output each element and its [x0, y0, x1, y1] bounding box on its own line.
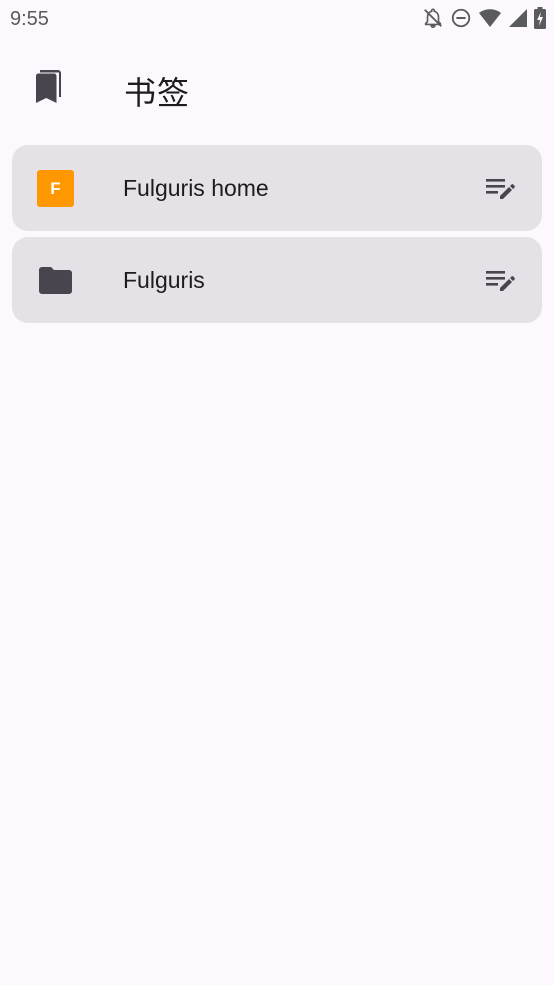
status-bar: 9:55 [0, 0, 554, 38]
page-title: 书签 [124, 74, 191, 112]
edit-list-icon[interactable] [484, 267, 516, 295]
status-time: 9:55 [10, 8, 49, 30]
list-item-bookmark-fulguris-home[interactable]: F Fulguris home [12, 145, 542, 231]
list-item-folder-fulguris[interactable]: Fulguris [12, 237, 542, 323]
bookmark-label: Fulguris home [123, 175, 269, 201]
app-header: 书签 [0, 50, 554, 126]
do-not-disturb-icon [450, 7, 472, 29]
bookmarks-icon[interactable] [30, 67, 70, 107]
signal-icon [508, 8, 528, 28]
battery-charging-icon [534, 7, 546, 29]
notifications-off-icon [422, 7, 444, 29]
folder-icon [39, 266, 72, 294]
status-icons [422, 7, 546, 29]
wifi-icon [478, 7, 502, 29]
edit-list-icon[interactable] [484, 175, 516, 203]
bookmark-list: F Fulguris home Fulguris [12, 145, 542, 329]
favicon-icon: F [37, 170, 74, 207]
folder-label: Fulguris [123, 267, 205, 293]
